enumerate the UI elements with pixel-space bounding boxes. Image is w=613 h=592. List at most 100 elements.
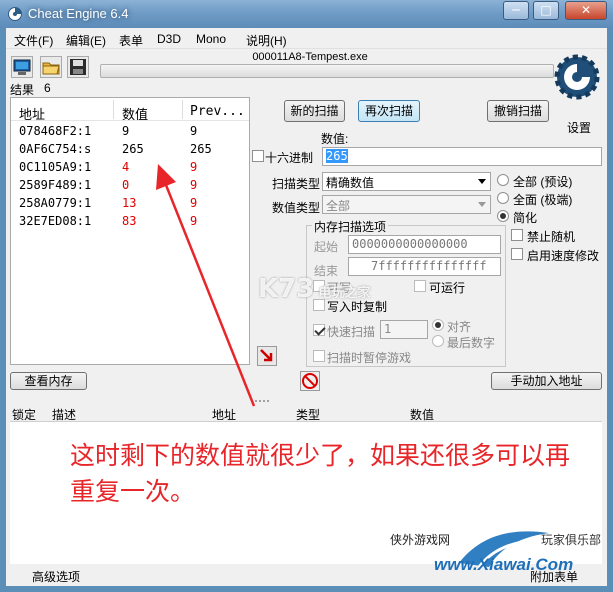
- scan-progress-bar: [100, 64, 554, 78]
- chevron-down-icon: [478, 179, 486, 184]
- k73-watermark-sub: 电玩之家: [318, 286, 371, 301]
- xiawai-club-name: 玩家俱乐部: [541, 533, 602, 547]
- menu-edit[interactable]: 编辑(E): [66, 32, 106, 49]
- alignment-radio[interactable]: [432, 319, 444, 331]
- chevron-down-icon: [478, 202, 486, 207]
- stop-address-input[interactable]: 7fffffffffffffff: [348, 257, 501, 276]
- arrow-down-right-icon: [260, 349, 273, 362]
- menu-table[interactable]: 表单: [119, 32, 143, 49]
- executable-label: 可运行: [429, 281, 466, 295]
- window-title: Cheat Engine 6.4: [28, 6, 129, 21]
- speedhack-checkbox[interactable]: [511, 248, 523, 260]
- fast-scan-input[interactable]: 1: [380, 320, 428, 339]
- table-extras-button[interactable]: 附加表单: [530, 568, 578, 585]
- address-list-header: 锁定 描述 地址 类型 数值: [10, 404, 602, 422]
- table-row[interactable]: 0AF6C754:s 265 265: [11, 142, 249, 159]
- result-prev: 9: [190, 124, 198, 138]
- settings-logo-icon[interactable]: [552, 52, 602, 108]
- value-type-label: 数值类型: [272, 201, 321, 215]
- start-address-input[interactable]: 0000000000000000: [348, 235, 501, 254]
- column-type[interactable]: 类型: [296, 406, 320, 423]
- results-label: 结果: [10, 83, 35, 97]
- annotation-arrow: [156, 164, 256, 407]
- minimize-button[interactable]: ─: [503, 1, 529, 20]
- column-description[interactable]: 描述: [52, 406, 76, 423]
- annotation-text: 这时剩下的数值就很少了，如果还很多可以再重复一次。: [70, 441, 571, 506]
- open-process-button[interactable]: [11, 56, 33, 78]
- column-active[interactable]: 锁定: [12, 406, 36, 423]
- speedhack-label: 启用速度修改: [527, 249, 600, 263]
- computer-icon: [13, 59, 31, 75]
- scan-type-value: 精确数值: [326, 176, 375, 190]
- scan-value-input[interactable]: 265: [322, 147, 602, 166]
- result-address: 2589F489:1: [19, 178, 92, 192]
- menu-file[interactable]: 文件(F): [14, 32, 53, 49]
- cheat-engine-icon: [8, 7, 22, 21]
- scan-type-label: 扫描类型: [272, 177, 321, 191]
- no-random-label: 禁止随机: [527, 230, 576, 244]
- result-value: 4: [122, 160, 130, 174]
- fast-scan-label: 快速扫描: [327, 325, 376, 339]
- results-count: 6: [44, 81, 51, 95]
- result-value: 83: [122, 214, 137, 228]
- value-type-select[interactable]: 全部: [322, 195, 491, 214]
- all-default-radio[interactable]: [497, 174, 509, 186]
- hex-label: 十六进制: [265, 151, 314, 165]
- all-default-label: 全部 (预设): [513, 175, 573, 189]
- last-digits-radio[interactable]: [432, 335, 444, 347]
- result-address: 258A0779:1: [19, 196, 92, 210]
- simple-radio[interactable]: [497, 210, 509, 222]
- open-file-button[interactable]: [40, 56, 62, 78]
- scan-value-text: 265: [326, 149, 348, 163]
- alignment-label: 对齐: [447, 320, 472, 334]
- new-scan-button[interactable]: 新的扫描: [284, 100, 345, 122]
- all-extreme-radio[interactable]: [497, 192, 509, 204]
- k73-watermark-text: K73: [258, 274, 315, 304]
- result-value: 13: [122, 196, 137, 210]
- menu-d3d[interactable]: D3D: [157, 32, 181, 46]
- advanced-options-button[interactable]: 高级选项: [32, 568, 80, 585]
- executable-checkbox[interactable]: [414, 280, 426, 292]
- add-address-manually-button[interactable]: 手动加入地址: [491, 372, 602, 390]
- k73-watermark: K73 电玩之家: [258, 274, 370, 304]
- clear-list-button[interactable]: [300, 371, 320, 391]
- pause-game-label: 扫描时暂停游戏: [327, 351, 412, 365]
- result-value: 265: [122, 142, 144, 156]
- value-type-value: 全部: [326, 199, 351, 213]
- undo-scan-button[interactable]: 撤销扫描: [487, 100, 549, 122]
- memory-scan-options-title: 内存扫描选项: [312, 218, 389, 235]
- value-label: 数值:: [321, 132, 349, 146]
- result-address: 0AF6C754:s: [19, 142, 92, 156]
- menu-bar: 文件(F) 编辑(E) 表单 D3D Mono 说明(H): [6, 29, 607, 49]
- xiawai-site-name: 侠外游戏网: [390, 533, 451, 547]
- menu-help[interactable]: 说明(H): [246, 32, 287, 49]
- disk-icon: [70, 59, 86, 75]
- result-address: 078468F2:1: [19, 124, 92, 138]
- last-digits-label: 最后数字: [447, 336, 496, 350]
- start-label: 起始: [314, 240, 339, 254]
- copy-to-list-button[interactable]: [257, 346, 277, 366]
- scan-type-select[interactable]: 精确数值: [322, 172, 491, 191]
- no-random-checkbox[interactable]: [511, 229, 523, 241]
- result-address: 32E7ED08:1: [19, 214, 92, 228]
- table-row[interactable]: 078468F2:1 9 9: [11, 124, 249, 141]
- fast-scan-checkbox[interactable]: [313, 324, 325, 336]
- maximize-button[interactable]: □: [533, 1, 559, 20]
- folder-icon: [42, 62, 60, 75]
- all-extreme-label: 全面 (极端): [513, 193, 573, 207]
- view-memory-button[interactable]: 查看内存: [10, 372, 87, 390]
- column-previous[interactable]: Prev...: [190, 104, 245, 119]
- result-address: 0C1105A9:1: [19, 160, 92, 174]
- simple-label: 简化: [513, 211, 538, 225]
- settings-label[interactable]: 设置: [567, 119, 591, 136]
- column-value[interactable]: 数值: [410, 406, 434, 423]
- menu-mono[interactable]: Mono: [196, 32, 226, 46]
- save-button[interactable]: [67, 56, 89, 78]
- close-button[interactable]: ✕: [565, 1, 607, 20]
- pause-game-checkbox[interactable]: [313, 350, 325, 362]
- result-prev: 265: [190, 142, 212, 156]
- result-value: 9: [122, 124, 130, 138]
- stop-icon: [302, 373, 318, 389]
- next-scan-button[interactable]: 再次扫描: [358, 100, 420, 122]
- status-bar: 高级选项 附加表单: [10, 566, 602, 586]
